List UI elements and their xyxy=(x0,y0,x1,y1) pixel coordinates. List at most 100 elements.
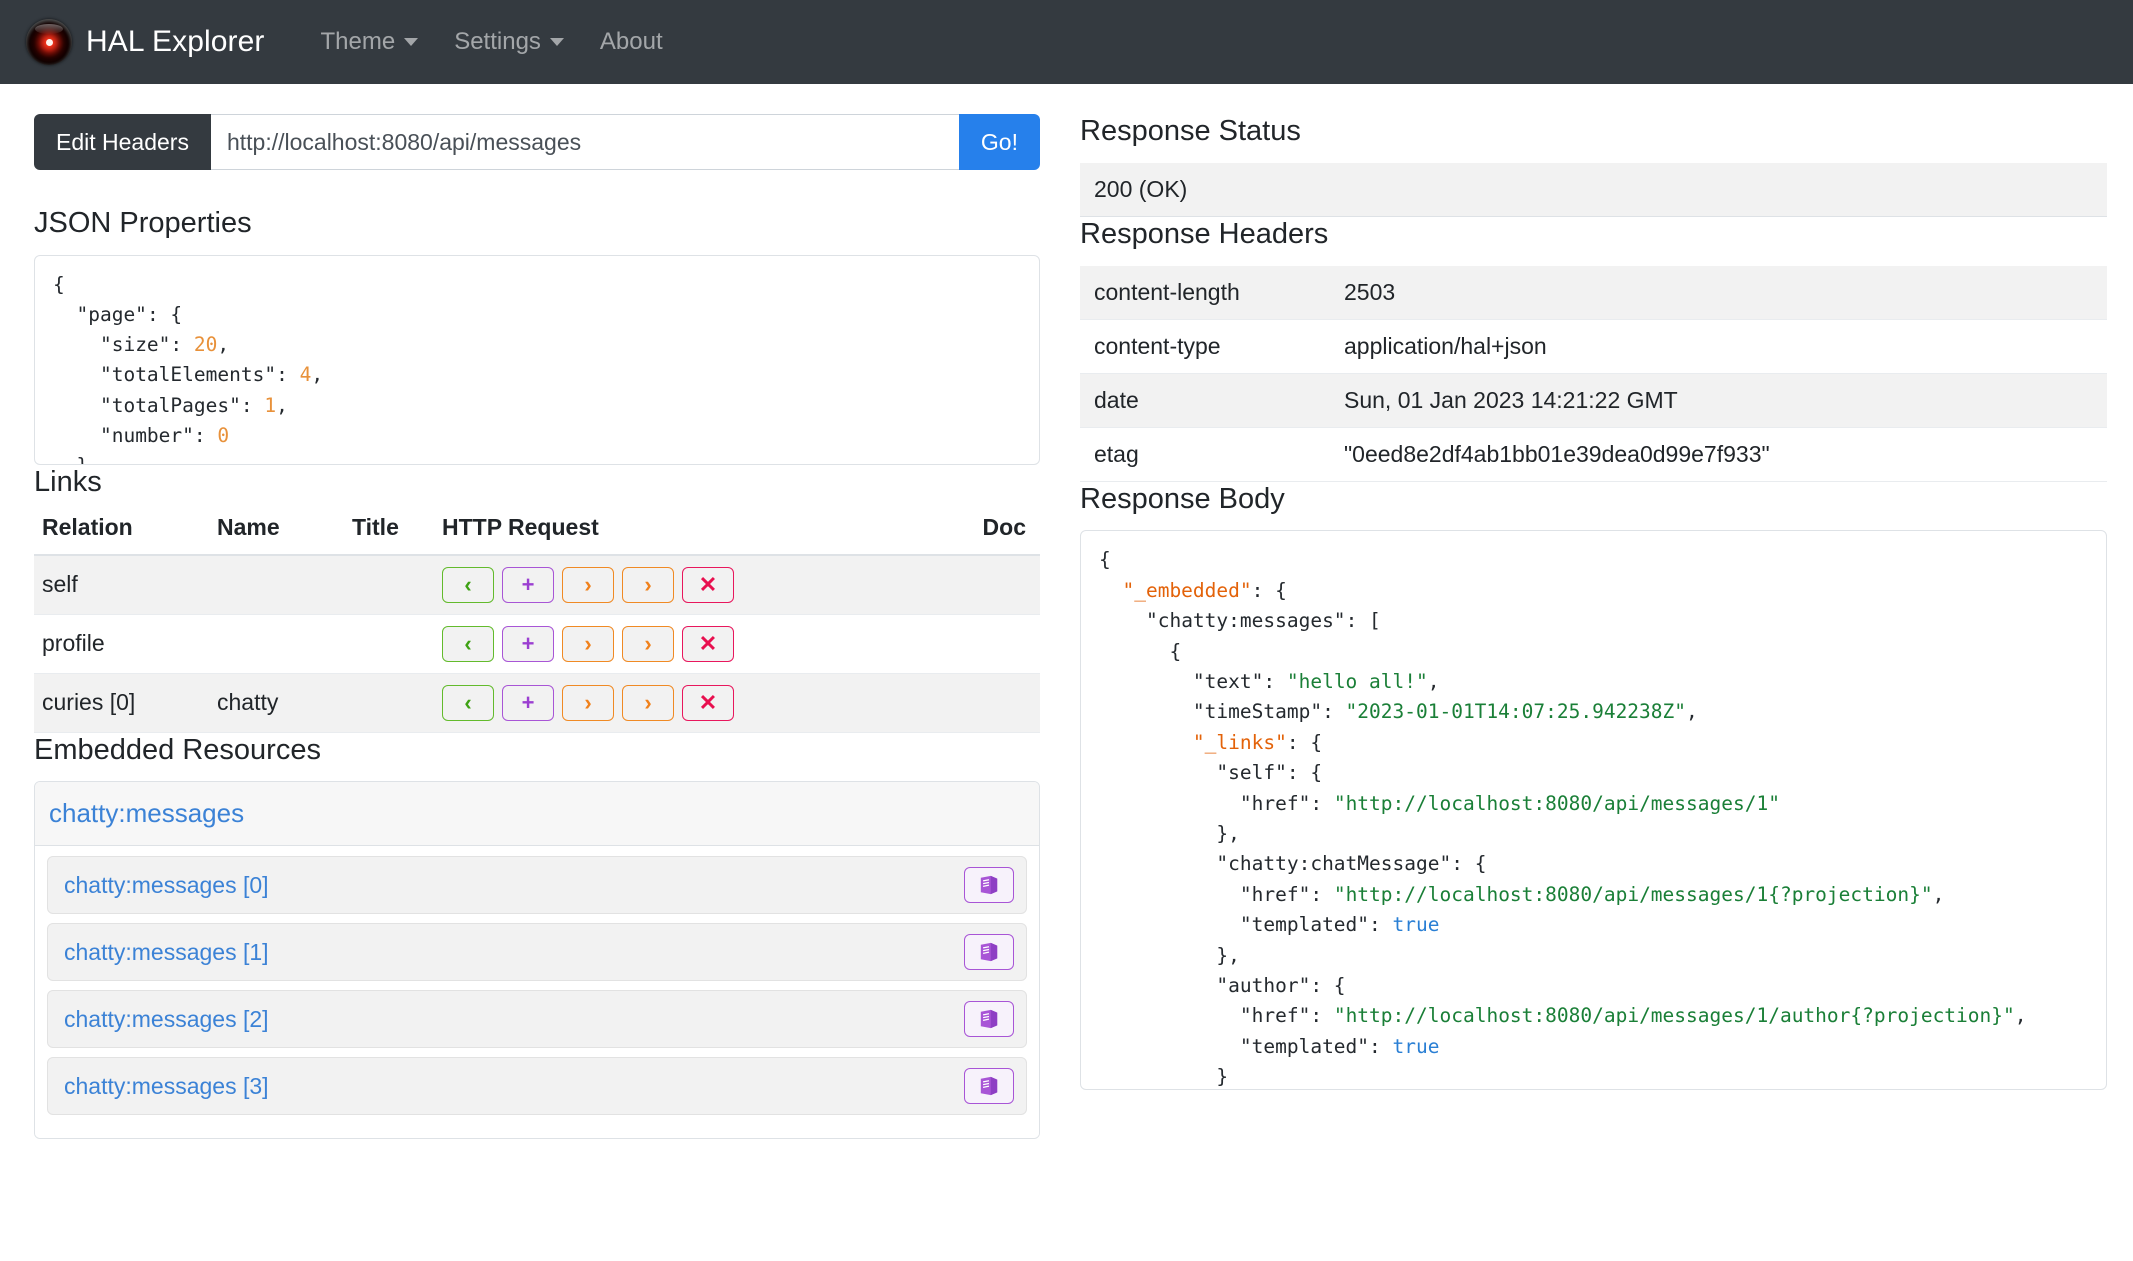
post-button[interactable]: + xyxy=(502,626,554,662)
top-navbar: HAL Explorer Theme Settings About xyxy=(0,0,2133,84)
code-token: "href" xyxy=(1240,883,1310,906)
column-header-doc: Doc xyxy=(934,514,1040,555)
patch-button[interactable]: › xyxy=(622,626,674,662)
code-token: "templated" xyxy=(1240,913,1369,936)
delete-button[interactable]: ✕ xyxy=(682,626,734,662)
book-icon xyxy=(978,1009,1000,1029)
url-input[interactable] xyxy=(211,114,959,170)
code-token: "author" xyxy=(1216,974,1310,997)
embedded-item-label: chatty:messages [0] xyxy=(64,872,269,899)
links-table-body: self‹+››✕profile‹+››✕curies [0]chatty‹+›… xyxy=(34,555,1040,733)
embedded-group-header[interactable]: chatty:messages xyxy=(35,782,1039,846)
nav-item-about-label: About xyxy=(600,28,663,56)
code-line: "chatty:messages": [ xyxy=(1099,606,2088,636)
left-column: Edit Headers Go! JSON Properties { "page… xyxy=(0,84,1066,1139)
book-icon-button[interactable] xyxy=(964,867,1014,903)
embedded-item-label: chatty:messages [1] xyxy=(64,939,269,966)
code-line: "self": { xyxy=(1099,758,2088,788)
code-line: }, xyxy=(1099,819,2088,849)
put-button[interactable]: › xyxy=(562,567,614,603)
edit-headers-button[interactable]: Edit Headers xyxy=(34,114,211,170)
patch-button[interactable]: › xyxy=(622,567,674,603)
list-item[interactable]: chatty:messages [0] xyxy=(47,856,1027,914)
go-button[interactable]: Go! xyxy=(959,114,1040,170)
put-button[interactable]: › xyxy=(562,626,614,662)
book-icon-button[interactable] xyxy=(964,1068,1014,1104)
link-name-cell xyxy=(209,555,344,615)
table-row: content-typeapplication/hal+json xyxy=(1080,319,2107,373)
code-token: , xyxy=(1933,883,1945,906)
table-row: etag"0eed8e2df4ab1bb01e39dea0d99e7f933" xyxy=(1080,427,2107,481)
link-relation-cell: profile xyxy=(34,614,209,673)
code-token: : xyxy=(170,333,193,356)
code-line: "href": "http://localhost:8080/api/messa… xyxy=(1099,1001,2088,1031)
code-token: } xyxy=(1216,1065,1228,1088)
response-status-value: 200 (OK) xyxy=(1080,163,2107,217)
put-button[interactable]: › xyxy=(562,685,614,721)
code-token: "2023-01-01T14:07:25.942238Z" xyxy=(1346,700,1686,723)
header-value-cell: "0eed8e2df4ab1bb01e39dea0d99e7f933" xyxy=(1330,427,2107,481)
link-title-cell xyxy=(344,555,434,615)
embedded-resources-card: chatty:messages chatty:messages [0]chatt… xyxy=(34,781,1040,1139)
navbar-menu: Theme Settings About xyxy=(303,28,681,56)
brand-title: HAL Explorer xyxy=(86,25,265,59)
embedded-item-label: chatty:messages [3] xyxy=(64,1073,269,1100)
patch-button[interactable]: › xyxy=(622,685,674,721)
http-request-cell: ‹+››✕ xyxy=(434,673,934,732)
code-token: }, xyxy=(1216,822,1239,845)
code-token: "timeStamp" xyxy=(1193,700,1322,723)
code-token: "size" xyxy=(100,333,170,356)
links-header-row: Relation Name Title HTTP Request Doc xyxy=(34,514,1040,555)
book-icon-button[interactable] xyxy=(964,934,1014,970)
code-token: "http://localhost:8080/api/messages/1{?p… xyxy=(1334,883,1933,906)
code-token: { xyxy=(1169,640,1181,663)
url-bar: Edit Headers Go! xyxy=(34,114,1040,170)
get-button[interactable]: ‹ xyxy=(442,567,494,603)
code-token: "templated" xyxy=(1240,1035,1369,1058)
post-button[interactable]: + xyxy=(502,685,554,721)
table-row: content-length2503 xyxy=(1080,266,2107,320)
list-item[interactable]: chatty:messages [3] xyxy=(47,1057,1027,1115)
table-row: curies [0]chatty‹+››✕ xyxy=(34,673,1040,732)
brand[interactable]: HAL Explorer xyxy=(26,19,265,65)
delete-button[interactable]: ✕ xyxy=(682,685,734,721)
table-row: profile‹+››✕ xyxy=(34,614,1040,673)
code-token: , xyxy=(311,363,323,386)
delete-button[interactable]: ✕ xyxy=(682,567,734,603)
code-token: "hello all!" xyxy=(1287,670,1428,693)
post-button[interactable]: + xyxy=(502,567,554,603)
link-name-cell xyxy=(209,614,344,673)
column-header-relation: Relation xyxy=(34,514,209,555)
code-token: true xyxy=(1393,1035,1440,1058)
code-token: : xyxy=(1263,670,1286,693)
header-name-cell: content-type xyxy=(1080,319,1330,373)
http-request-cell: ‹+››✕ xyxy=(434,614,934,673)
nav-item-settings[interactable]: Settings xyxy=(436,28,582,56)
header-name-cell: content-length xyxy=(1080,266,1330,320)
embedded-items-list: chatty:messages [0] chatty:messages [1] ch… xyxy=(35,846,1039,1138)
book-icon-button[interactable] xyxy=(964,1001,1014,1037)
get-button[interactable]: ‹ xyxy=(442,685,494,721)
nav-item-about[interactable]: About xyxy=(582,28,681,56)
code-token: : { xyxy=(147,303,182,326)
code-line: } xyxy=(53,451,1021,465)
code-line: "totalElements": 4, xyxy=(53,360,1021,390)
code-line: { xyxy=(53,270,1021,300)
code-token: : xyxy=(241,394,264,417)
code-line: "text": "hello all!", xyxy=(1099,667,2088,697)
code-token: "_links" xyxy=(1193,731,1287,754)
code-token: : [ xyxy=(1346,609,1381,632)
get-button[interactable]: ‹ xyxy=(442,626,494,662)
http-verb-group: ‹+››✕ xyxy=(442,685,926,721)
link-relation-cell: curies [0] xyxy=(34,673,209,732)
links-table-head: Relation Name Title HTTP Request Doc xyxy=(34,514,1040,555)
nav-item-theme[interactable]: Theme xyxy=(303,28,437,56)
code-token: "chatty:chatMessage" xyxy=(1216,852,1451,875)
list-item[interactable]: chatty:messages [2] xyxy=(47,990,1027,1048)
list-item[interactable]: chatty:messages [1] xyxy=(47,923,1027,981)
code-token: "self" xyxy=(1216,761,1286,784)
code-token: , xyxy=(276,394,288,417)
code-token: : xyxy=(1369,913,1392,936)
code-line: "page": { xyxy=(53,300,1021,330)
json-properties-heading: JSON Properties xyxy=(34,206,1040,241)
